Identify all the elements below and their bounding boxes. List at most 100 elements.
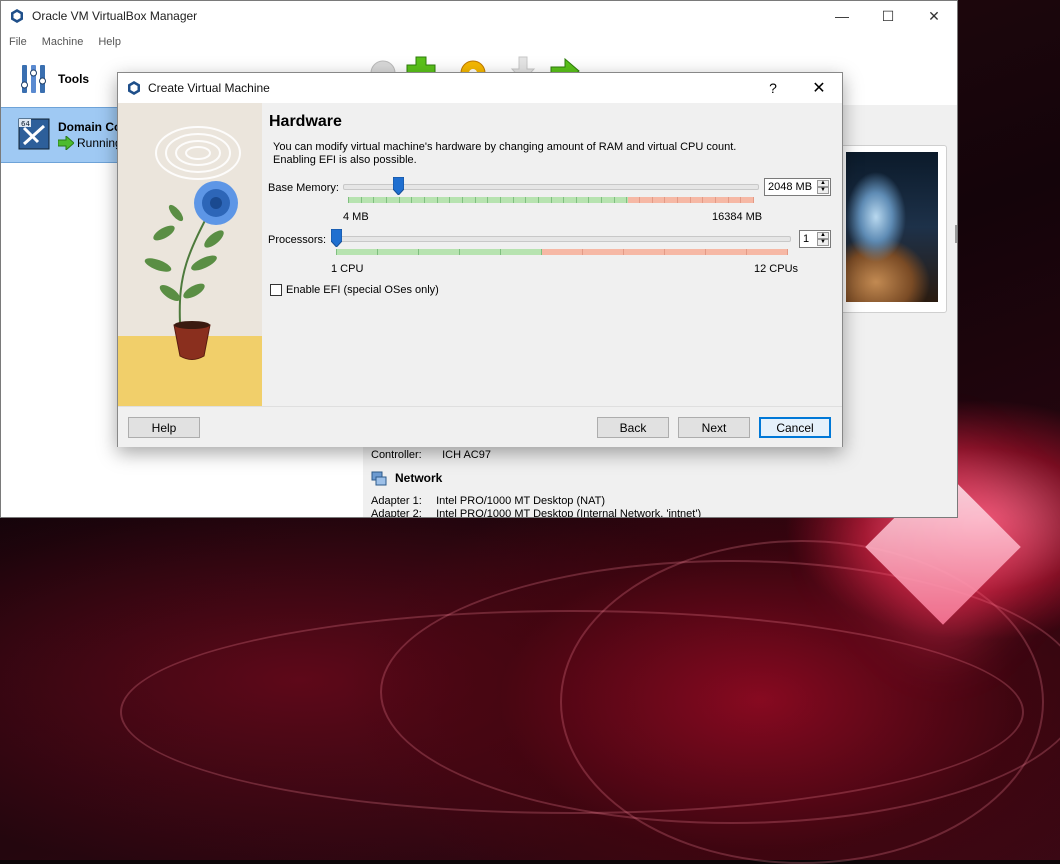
menu-file[interactable]: File: [9, 36, 27, 48]
running-arrow-icon: [58, 136, 74, 150]
scale-tick: [386, 197, 387, 203]
network-section-header[interactable]: Network: [371, 470, 442, 486]
next-button[interactable]: Next: [678, 417, 750, 438]
scale-tick: [373, 197, 374, 203]
dialog-title: Create Virtual Machine: [148, 81, 270, 95]
scale-tick: [652, 197, 653, 203]
spin-up-icon[interactable]: ▲: [817, 180, 829, 187]
processors-range-bar: [336, 249, 788, 255]
scale-tick: [487, 197, 488, 203]
virtualbox-logo-icon: [11, 9, 23, 23]
wizard-illustration: [118, 103, 262, 406]
memory-max-label: 16384 MB: [712, 211, 763, 223]
scale-tick: [399, 197, 400, 203]
network-icon: [371, 471, 387, 486]
scale-tick: [424, 197, 425, 203]
adapter-value: Intel PRO/1000 MT Desktop (NAT): [436, 495, 605, 507]
scale-tick: [437, 197, 438, 203]
processors-slider-handle[interactable]: [331, 229, 342, 247]
adapter-label: Adapter 2:: [371, 508, 422, 518]
cancel-button[interactable]: Cancel: [759, 417, 831, 438]
help-button[interactable]: Help: [128, 417, 200, 438]
scale-tick: [702, 197, 703, 203]
scale-tick: [418, 249, 419, 255]
menu-help[interactable]: Help: [98, 36, 121, 48]
adapter-row: Adapter 2: Intel PRO/1000 MT Desktop (In…: [371, 508, 702, 518]
menu-machine[interactable]: Machine: [42, 36, 84, 48]
scale-tick: [513, 197, 514, 203]
scale-tick: [475, 197, 476, 203]
maximize-button[interactable]: ☐: [865, 1, 911, 31]
vm-name: Domain Co: [58, 120, 122, 134]
memory-slider-track[interactable]: [343, 184, 759, 190]
dialog-close-button[interactable]: ✕: [796, 78, 842, 98]
main-titlebar: Oracle VM VirtualBox Manager — ☐ ✕: [1, 1, 957, 31]
details-scrollbar[interactable]: [955, 225, 957, 243]
base-memory-label: Base Memory:: [268, 182, 339, 194]
memory-min-label: 4 MB: [343, 211, 369, 223]
adapter-value: Intel PRO/1000 MT Desktop (Internal Netw…: [436, 508, 702, 518]
tools-icon: [21, 65, 46, 93]
scale-tick: [664, 249, 665, 255]
spin-down-icon[interactable]: ▼: [817, 239, 829, 246]
processors-spin-buttons[interactable]: ▲ ▼: [817, 232, 829, 246]
memory-spin-buttons[interactable]: ▲ ▼: [817, 180, 829, 194]
main-window-title: Oracle VM VirtualBox Manager: [32, 9, 198, 23]
close-window-button[interactable]: ✕: [911, 1, 957, 31]
scale-tick: [449, 197, 450, 203]
processors-spinbox[interactable]: 1 ▲ ▼: [799, 230, 831, 248]
scale-tick: [746, 249, 747, 255]
context-help-button[interactable]: ?: [750, 80, 796, 96]
spin-up-icon[interactable]: ▲: [817, 232, 829, 239]
memory-range-bar: [348, 197, 754, 203]
scale-tick: [728, 197, 729, 203]
scale-tick: [500, 197, 501, 203]
vm-state-label: Running: [77, 136, 122, 150]
windows-server-os-icon: 64: [18, 118, 50, 150]
processors-slider-track[interactable]: [331, 236, 791, 242]
scale-tick: [582, 249, 583, 255]
dialog-body: Hardware You can modify virtual machine'…: [118, 103, 842, 406]
back-button[interactable]: Back: [597, 417, 669, 438]
scale-tick: [348, 197, 349, 203]
scale-tick: [664, 197, 665, 203]
scale-tick: [462, 197, 463, 203]
scale-tick: [541, 249, 542, 255]
flower-pot-illustration: [118, 103, 262, 406]
scale-tick: [377, 249, 378, 255]
scale-tick: [588, 197, 589, 203]
processors-min-label: 1 CPU: [331, 263, 364, 275]
scale-tick: [614, 197, 615, 203]
scale-tick: [459, 249, 460, 255]
menu-bar: File Machine Help: [1, 31, 957, 53]
scale-tick: [601, 197, 602, 203]
adapter-label: Adapter 1:: [371, 495, 422, 507]
scale-tick: [787, 249, 788, 255]
adapter-row: Adapter 1: Intel PRO/1000 MT Desktop (NA…: [371, 495, 605, 507]
spin-down-icon[interactable]: ▼: [817, 187, 829, 194]
enable-efi-checkbox[interactable]: [270, 284, 282, 296]
virtualbox-logo-icon: [128, 81, 140, 95]
scale-tick: [705, 249, 706, 255]
minimize-button[interactable]: —: [819, 1, 865, 31]
page-description: You can modify virtual machine's hardwar…: [273, 141, 737, 166]
processors-value: 1: [803, 233, 810, 245]
audio-controller-value: ICH AC97: [442, 449, 491, 461]
vm-state: Running: [58, 136, 122, 150]
processors-max-label: 12 CPUs: [754, 263, 799, 275]
os-badge-text: 64: [21, 120, 30, 128]
scale-tick: [576, 197, 577, 203]
memory-spinbox[interactable]: 2048 MB ▲ ▼: [764, 178, 831, 196]
scale-tick: [336, 249, 337, 255]
scale-tick: [753, 197, 754, 203]
scale-tick: [623, 249, 624, 255]
enable-efi-label[interactable]: Enable EFI (special OSes only): [286, 284, 439, 296]
scale-tick: [551, 197, 552, 203]
hardware-page: Hardware You can modify virtual machine'…: [263, 103, 842, 406]
dialog-button-bar: Help Back Next Cancel: [118, 406, 842, 447]
vm-preview: [839, 145, 947, 313]
scale-tick: [361, 197, 362, 203]
scale-tick: [525, 197, 526, 203]
memory-slider-handle[interactable]: [393, 177, 405, 195]
memory-value: 2048 MB: [768, 181, 813, 193]
